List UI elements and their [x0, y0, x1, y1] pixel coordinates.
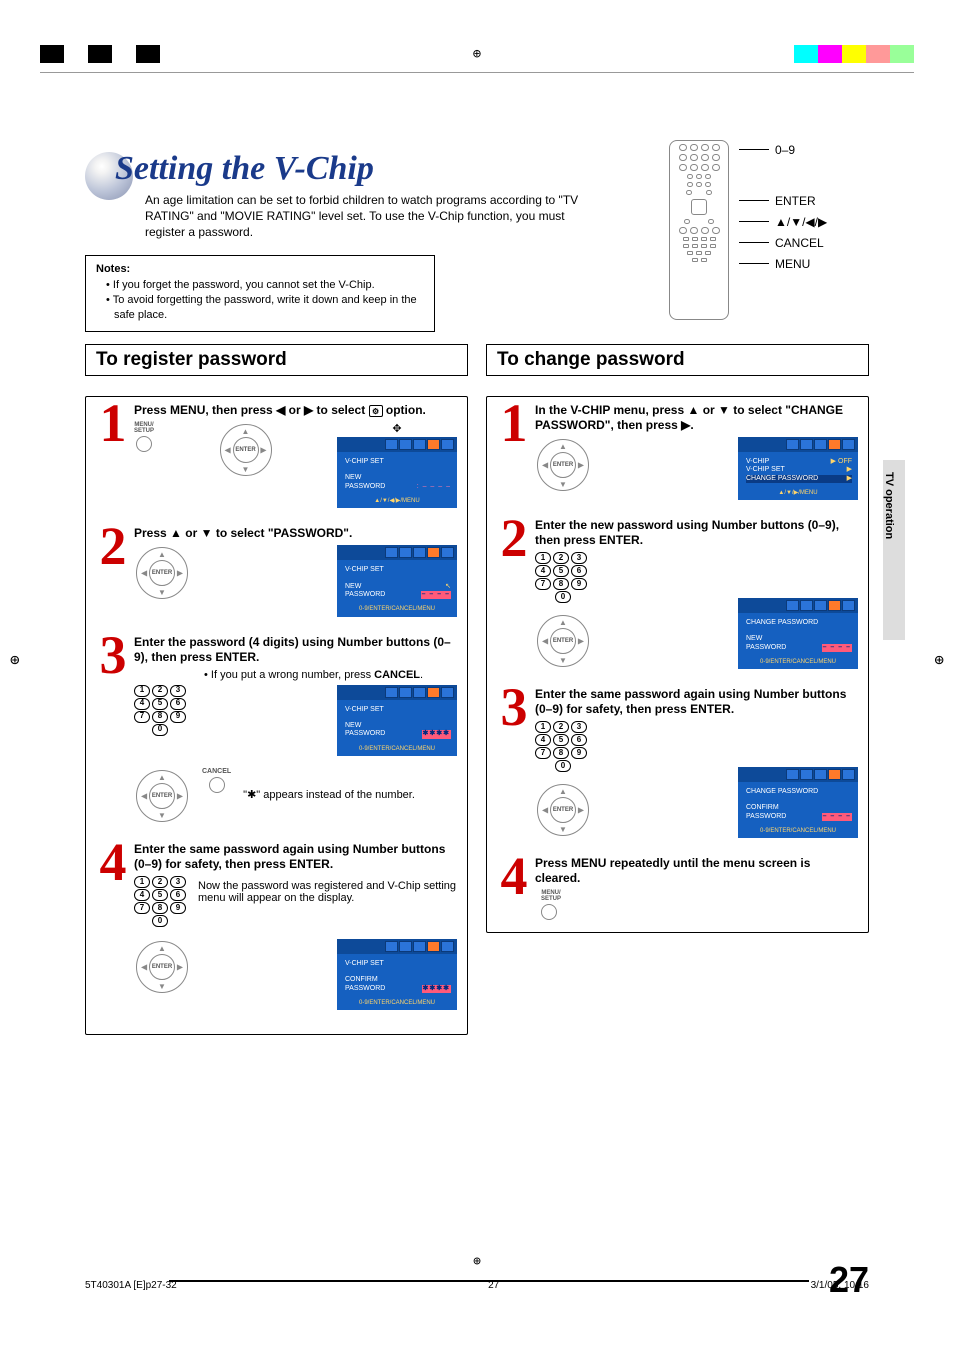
footer-right: 3/1/05, 10:16 — [811, 1280, 869, 1291]
right-step-1: 1 In the V-CHIP menu, press ▲ or ▼ to se… — [497, 403, 858, 512]
step-number: 4 — [497, 856, 531, 920]
right-step-3: 3 Enter the same password again using Nu… — [497, 687, 858, 850]
move-icon: ✥ — [392, 422, 401, 435]
step-subnote: Now the password was registered and V-Ch… — [198, 880, 457, 904]
note-item: If you forget the password, you cannot s… — [106, 278, 424, 293]
bottom-crop-mark: ⊕ — [473, 1254, 481, 1269]
nav-pad-icon: ▲▼ ◀▶ ENTER — [535, 613, 591, 669]
step-head: Enter the new password using Number butt… — [535, 518, 858, 548]
option-icon: ⚙ — [369, 405, 383, 417]
cancel-button-icon: CANCEL — [202, 768, 231, 824]
right-step-2: 2 Enter the new password using Number bu… — [497, 518, 858, 681]
page-title: Setting the V-Chip — [115, 150, 869, 188]
section-tab: TV operation — [883, 460, 905, 640]
keypad-icon: 123 456 789 0 — [134, 876, 186, 927]
left-step-1: 1 Press MENU, then press ◀ or ▶ to selec… — [96, 403, 457, 520]
registration-bars-left — [40, 45, 160, 63]
step-head: Enter the password (4 digits) using Numb… — [134, 635, 457, 665]
osd-screen: V-CHIP SET CONFIRM PASSWORD✱✱✱✱ 0-9/ENTE… — [337, 939, 457, 1010]
registration-bars-right — [794, 45, 914, 63]
step-subnote: • If you put a wrong number, press CANCE… — [204, 669, 457, 681]
step-number: 4 — [96, 842, 130, 1022]
page: ⊕ ⊕ ⊕ Setting the V-Chip An age limitati… — [0, 0, 954, 1351]
note-item: To avoid forgetting the password, write … — [106, 293, 424, 323]
heading-block: Setting the V-Chip An age limitation can… — [85, 150, 869, 241]
right-column-title: To change password — [486, 344, 869, 376]
step-head: Press MENU repeatedly until the menu scr… — [535, 856, 858, 886]
notes-box: Notes: If you forget the password, you c… — [85, 255, 435, 332]
nav-pad-icon: ▲▼ ◀▶ ENTER — [134, 939, 190, 995]
left-step-4: 4 Enter the same password again using Nu… — [96, 842, 457, 1022]
right-column: 1 In the V-CHIP menu, press ▲ or ▼ to se… — [486, 396, 869, 933]
osd-screen: CHANGE PASSWORD NEW PASSWORD– – – – 0-9/… — [738, 598, 858, 669]
step-number: 3 — [497, 687, 531, 850]
columns: To register password 1 Press MENU, then … — [85, 344, 869, 1035]
center-crop-mark: ⊕ — [473, 46, 481, 62]
menu-setup-button-icon: MENU/ SETUP — [541, 890, 858, 920]
remote-label-cancel: CANCEL — [775, 236, 824, 250]
keypad-icon: 123 456 789 0 — [535, 721, 591, 772]
footer-left: 5T40301A [E]p27-32 — [85, 1280, 177, 1291]
left-column-title: To register password — [85, 344, 468, 376]
left-step-2: 2 Press ▲ or ▼ to select "PASSWORD". ▲▼ … — [96, 526, 457, 628]
osd-screen: V-CHIP SET NEW PASSWORD✱✱✱✱ 0-9/ENTER/CA… — [337, 685, 457, 756]
remote-label-arrows: ▲/▼/◀/▶ — [775, 215, 827, 229]
page-footer: 5T40301A [E]p27-32 27 3/1/05, 10:16 — [85, 1280, 869, 1291]
crop-mark-right: ⊕ — [934, 650, 944, 669]
footer-center: 27 — [488, 1280, 499, 1291]
step-head: In the V-CHIP menu, press ▲ or ▼ to sele… — [535, 403, 858, 433]
notes-title: Notes: — [96, 262, 424, 277]
step-head: Press ▲ or ▼ to select "PASSWORD". — [134, 526, 457, 541]
step-head: Press MENU, then press ◀ or ▶ to select … — [134, 403, 457, 418]
menu-setup-button-icon: MENU/ SETUP — [134, 422, 154, 508]
step-number: 1 — [96, 403, 130, 520]
remote-label-enter: ENTER — [775, 194, 816, 208]
nav-pad-icon: ▲▼ ◀▶ ENTER — [535, 437, 591, 493]
right-step-4: 4 Press MENU repeatedly until the menu s… — [497, 856, 858, 920]
crop-mark-left: ⊕ — [10, 650, 20, 669]
keypad-icon: 123 456 789 0 — [134, 685, 186, 756]
section-tab-label: TV operation — [883, 460, 895, 640]
osd-screen: V-CHIP SET NEW PASSWORD: – – – – ▲/▼/◀/▶… — [337, 437, 457, 508]
crop-marks-top: ⊕ — [0, 45, 954, 63]
step-number: 3 — [96, 635, 130, 836]
step-head: Enter the same password again using Numb… — [134, 842, 457, 872]
nav-pad-icon: ▲▼ ◀▶ ENTER — [134, 545, 190, 601]
step-number: 2 — [96, 526, 130, 628]
keypad-icon: 123 456 789 0 — [535, 552, 591, 603]
left-step-3: 3 Enter the password (4 digits) using Nu… — [96, 635, 457, 836]
nav-pad-icon: ▲▼ ◀▶ ENTER — [218, 422, 274, 478]
osd-screen: V-CHIP▶ OFF V-CHIP SET▶ CHANGE PASSWORD▶… — [738, 437, 858, 500]
header-rule — [40, 72, 914, 73]
nav-pad-icon: ▲▼ ◀▶ ENTER — [134, 768, 190, 824]
content-area: Setting the V-Chip An age limitation can… — [85, 150, 869, 1261]
step-number: 2 — [497, 518, 531, 681]
step-subnote: "✱" appears instead of the number. — [243, 788, 457, 820]
osd-screen: V-CHIP SET NEW↖ PASSWORD– – – – 0-9/ENTE… — [337, 545, 457, 616]
remote-label-menu: MENU — [775, 257, 810, 271]
left-column: 1 Press MENU, then press ◀ or ▶ to selec… — [85, 396, 468, 1035]
intro-text: An age limitation can be set to forbid c… — [145, 192, 585, 241]
step-head: Enter the same password again using Numb… — [535, 687, 858, 717]
nav-pad-icon: ▲▼ ◀▶ ENTER — [535, 782, 591, 838]
step-number: 1 — [497, 403, 531, 512]
osd-screen: CHANGE PASSWORD CONFIRM PASSWORD– – – – … — [738, 767, 858, 838]
